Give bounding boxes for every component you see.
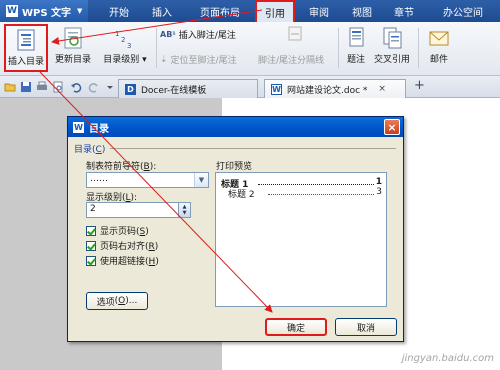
footnote-icon: AB¹ (160, 30, 176, 39)
mail-icon (427, 27, 451, 49)
locate-footnote-label: 定位至脚注/尾注 (170, 56, 237, 66)
caption-button[interactable]: 题注 (341, 24, 371, 72)
level-stepper[interactable]: 2 ▲ ▼ (86, 202, 191, 218)
checkbox-label: 显示页码(S) (100, 227, 149, 237)
update-toc-label: 更新目录 (54, 55, 91, 65)
update-toc-icon (61, 27, 85, 49)
toc-level-label: 目录级别 ▾ (103, 55, 147, 65)
level-value: 2 (90, 204, 96, 214)
close-tab-icon[interactable]: × (378, 84, 386, 94)
tab-page-layout[interactable]: 页面布局 (192, 0, 248, 22)
options-label: 选项 (96, 297, 115, 308)
preview-leader-dots (258, 184, 374, 185)
ribbon: 插入目录 更新目录 1 2 3 目录级别 ▾ AB¹ 插入脚注/尾注 ⇣ 定位至 (0, 22, 500, 76)
preview-heading1-page: 1 (375, 177, 382, 187)
checkbox-checked-icon[interactable] (86, 255, 96, 266)
print-preview-icon[interactable] (52, 81, 64, 93)
mail-label: 邮件 (429, 55, 448, 65)
quick-access-chevron-icon[interactable] (104, 81, 116, 93)
checkbox-use-hyperlinks[interactable]: 使用超链接(H) (86, 254, 159, 267)
print-preview-box: 标题 1 1 标题 2 3 (215, 172, 387, 307)
cross-reference-label: 交叉引用 (373, 55, 410, 65)
leader-label: 制表符前导符(B): (86, 162, 157, 172)
tab-start[interactable]: 开始 (103, 0, 135, 22)
dialog-title: 目录 (89, 123, 109, 135)
tab-label: 网站建设论文.doc * (287, 85, 368, 96)
locate-footnote-icon: ⇣ (160, 54, 168, 65)
open-folder-icon[interactable] (4, 81, 16, 93)
insert-toc-icon (14, 29, 38, 51)
ribbon-divider (418, 28, 419, 68)
tab-chapter[interactable]: 章节 (388, 0, 420, 22)
ok-button[interactable]: 确定 (265, 318, 327, 336)
footnote-separator-icon (283, 21, 307, 43)
section-divider (110, 148, 396, 149)
tab-insert[interactable]: 插入 (146, 0, 178, 22)
docer-icon: D (125, 83, 136, 95)
svg-text:3: 3 (127, 42, 131, 49)
wps-logo-icon: W (6, 5, 18, 17)
insert-footnote-label: 插入脚注/尾注 (178, 31, 236, 41)
close-button[interactable]: × (384, 119, 400, 135)
checkbox-checked-icon[interactable] (86, 225, 96, 236)
ribbon-divider (338, 28, 339, 68)
footnote-separator-icon-wrap (286, 18, 304, 66)
insert-toc-button[interactable]: 插入目录 (4, 24, 48, 72)
spin-arrows-icon[interactable]: ▲ ▼ (178, 203, 190, 217)
print-icon[interactable] (36, 81, 48, 93)
checkbox-right-align-page-numbers[interactable]: 页码右对齐(R) (86, 239, 158, 252)
checkbox-show-page-numbers[interactable]: 显示页码(S) (86, 224, 149, 237)
insert-toc-label: 插入目录 (7, 57, 44, 67)
checkbox-label: 页码右对齐(R) (100, 242, 159, 252)
caption-label: 题注 (346, 55, 365, 65)
checkbox-checked-icon[interactable] (86, 240, 96, 251)
tab-current-document[interactable]: W 网站建设论文.doc * × (264, 79, 406, 98)
menu-bar: W WPS 文字 ▼ 开始 插入 页面布局 引用 审阅 视图 章节 办公空间 (0, 0, 500, 22)
insert-footnote-button[interactable]: AB¹ 插入脚注/尾注 (160, 28, 236, 41)
wps-logo-icon: W (73, 121, 84, 133)
toc-dialog: W 目录 × 目录(C) 制表符前导符(B): …… ▼ 显示级别(L): 2 … (67, 116, 404, 342)
toc-level-button[interactable]: 1 2 3 目录级别 ▾ (98, 24, 152, 72)
svg-text:1: 1 (115, 30, 119, 38)
cross-reference-button[interactable]: 交叉引用 (371, 24, 413, 72)
preview-heading2: 标题 2 (228, 190, 255, 200)
chevron-down-icon: ▼ (77, 7, 83, 15)
leader-select[interactable]: …… ▼ (86, 172, 209, 188)
svg-text:2: 2 (121, 36, 125, 44)
dialog-titlebar[interactable]: W 目录 × (68, 117, 403, 137)
tab-label: Docer-在线模板 (141, 85, 207, 96)
document-tab-bar: D Docer-在线模板 W 网站建设论文.doc * × + (0, 76, 500, 98)
preview-heading2-page: 3 (376, 187, 382, 197)
save-icon[interactable] (20, 81, 32, 93)
app-name: WPS 文字 (22, 7, 72, 19)
ribbon-divider (156, 28, 157, 68)
toc-level-icon: 1 2 3 (113, 27, 137, 50)
cancel-button[interactable]: 取消 (335, 318, 397, 336)
options-button[interactable]: 选项(O)... (86, 292, 148, 310)
tab-review[interactable]: 审阅 (303, 0, 335, 22)
leader-value: …… (90, 174, 108, 184)
redo-icon[interactable] (88, 81, 100, 93)
preview-leader-dots (268, 194, 374, 195)
checkbox-label: 使用超链接(H) (100, 257, 159, 267)
tab-view[interactable]: 视图 (346, 0, 378, 22)
app-menu-button[interactable]: W WPS 文字 ▼ (0, 0, 88, 22)
preview-label: 打印预览 (216, 162, 253, 172)
cross-reference-icon (380, 27, 404, 49)
update-toc-button[interactable]: 更新目录 (52, 24, 94, 72)
undo-icon[interactable] (70, 81, 82, 93)
tab-docer-templates[interactable]: D Docer-在线模板 (118, 79, 258, 98)
caption-icon (344, 27, 368, 49)
watermark: jingyan.baidu.com (401, 353, 494, 364)
locate-footnote-button[interactable]: ⇣ 定位至脚注/尾注 (160, 53, 237, 67)
new-tab-button[interactable]: + (414, 78, 425, 93)
toc-section-label: 目录(C) (74, 145, 106, 155)
document-icon: W (271, 83, 282, 95)
chevron-down-icon[interactable]: ▼ (194, 173, 208, 187)
tab-office-space[interactable]: 办公空间 (432, 0, 494, 22)
mail-button[interactable]: 邮件 (424, 24, 454, 72)
